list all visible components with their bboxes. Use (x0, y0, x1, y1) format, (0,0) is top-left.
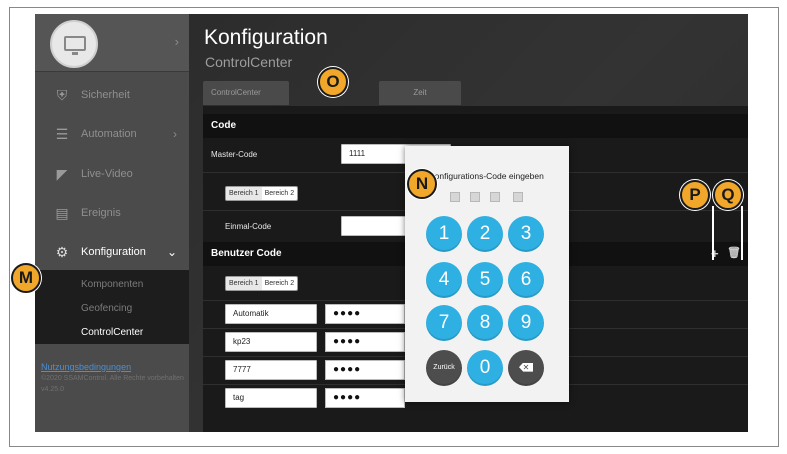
callout-m-badge: M (11, 263, 41, 293)
key-7-button[interactable]: 7 (426, 305, 462, 341)
sliders-icon: ☰ (55, 126, 69, 142)
pin-digit-box (490, 192, 500, 202)
sidebar-item-ereignis[interactable]: ▤ Ereignis (35, 194, 189, 234)
sidebar-item-label: Automation (81, 128, 137, 140)
user-code-field[interactable]: ●●●● (325, 388, 405, 408)
submenu-item-komponenten[interactable]: Komponenten (81, 279, 143, 290)
monitor-icon (64, 36, 86, 51)
callout-q-badge: Q (713, 180, 743, 210)
monitor-stand (72, 52, 78, 55)
user-name-field[interactable]: tag (225, 388, 317, 408)
callout-n-badge: N (407, 169, 437, 199)
sidebar-item-label: Konfiguration (81, 246, 146, 258)
keypad-title: Konfigurations-Code eingeben (429, 171, 544, 181)
user-code-field[interactable]: ●●●● (325, 304, 405, 324)
user-name-field[interactable]: kp23 (225, 332, 317, 352)
key-0-button[interactable]: 0 (467, 350, 503, 386)
key-2-button[interactable]: 2 (467, 216, 503, 252)
backspace-button[interactable]: ✕ (508, 350, 544, 386)
list-icon: ▤ (55, 205, 69, 221)
back-button[interactable]: Zurück (426, 350, 462, 386)
sidebar-item-automation[interactable]: ☰ Automation › (35, 115, 189, 155)
pin-digit-box (450, 192, 460, 202)
chevron-right-icon: › (173, 127, 177, 141)
sidebar-item-sicherheit[interactable]: ⛨ Sicherheit (35, 76, 189, 116)
callout-o-badge: O (318, 67, 348, 97)
submenu-item-geofencing[interactable]: Geofencing (81, 303, 132, 314)
sidebar-item-konfiguration[interactable]: ⚙ Konfiguration ⌄ (35, 233, 189, 273)
einmal-code-label: Einmal-Code (225, 222, 272, 231)
tab-controlcenter[interactable]: ControlCenter (203, 81, 289, 105)
code-bereich-selector[interactable]: Bereich 1 Bereich 2 (225, 186, 299, 201)
sidebar: › ⛨ Sicherheit ☰ Automation › ◤ Live-Vid… (35, 14, 189, 432)
bereich-2-option[interactable]: Bereich 2 (262, 187, 298, 200)
terms-link[interactable]: Nutzungsbedingungen (41, 362, 186, 373)
master-code-label: Master-Code (211, 150, 258, 159)
user-bereich-selector[interactable]: Bereich 1 Bereich 2 (225, 276, 299, 291)
pin-digit-box (513, 192, 523, 202)
user-name-field[interactable]: 7777 (225, 360, 317, 380)
sidebar-footer: Nutzungsbedingungen ©2020 SSAMControl. A… (41, 362, 186, 395)
sidebar-item-label: Live-Video (81, 168, 133, 180)
tab-zeit[interactable]: Zeit (379, 81, 461, 105)
bereich-1-option[interactable]: Bereich 1 (226, 277, 262, 290)
pin-digit-box (470, 192, 480, 202)
sidebar-item-label: Sicherheit (81, 89, 130, 101)
user-code-field[interactable]: ●●●● (325, 332, 405, 352)
backspace-icon: ✕ (519, 362, 533, 372)
key-1-button[interactable]: 1 (426, 216, 462, 252)
callout-line (712, 206, 714, 260)
key-3-button[interactable]: 3 (508, 216, 544, 252)
version-text: v4.25.0 (41, 386, 64, 393)
gear-icon: ⚙ (55, 244, 69, 260)
konfiguration-submenu: Komponenten Geofencing ControlCenter (35, 270, 189, 344)
sidebar-item-live-video[interactable]: ◤ Live-Video (35, 155, 189, 195)
sidebar-item-label: Ereignis (81, 207, 121, 219)
bereich-2-option[interactable]: Bereich 2 (262, 277, 298, 290)
app-window: › ⛨ Sicherheit ☰ Automation › ◤ Live-Vid… (35, 14, 748, 432)
code-section-heading: Code (203, 114, 748, 138)
page-title: Konfiguration (204, 26, 328, 49)
page-subtitle: ControlCenter (205, 54, 293, 70)
callout-p-badge: P (680, 180, 710, 210)
callout-line (741, 206, 743, 260)
einmal-code-field[interactable] (341, 216, 411, 236)
bereich-1-option[interactable]: Bereich 1 (226, 187, 262, 200)
device-logo (50, 20, 98, 68)
key-9-button[interactable]: 9 (508, 305, 544, 341)
copyright-text: ©2020 SSAMControl. Alle Rechte vorbehalt… (41, 375, 184, 382)
key-8-button[interactable]: 8 (467, 305, 503, 341)
chevron-down-icon: ⌄ (166, 245, 177, 259)
key-5-button[interactable]: 5 (467, 262, 503, 298)
submenu-item-controlcenter[interactable]: ControlCenter (81, 327, 143, 338)
key-4-button[interactable]: 4 (426, 262, 462, 298)
chevron-right-icon: › (174, 34, 179, 49)
trash-icon[interactable]: 🗑 (727, 246, 741, 259)
user-code-field[interactable]: ●●●● (325, 360, 405, 380)
sidebar-header[interactable]: › (35, 14, 189, 72)
camera-icon: ◤ (56, 166, 68, 182)
shield-icon: ⛨ (56, 87, 68, 103)
user-name-field[interactable]: Automatik (225, 304, 317, 324)
key-6-button[interactable]: 6 (508, 262, 544, 298)
